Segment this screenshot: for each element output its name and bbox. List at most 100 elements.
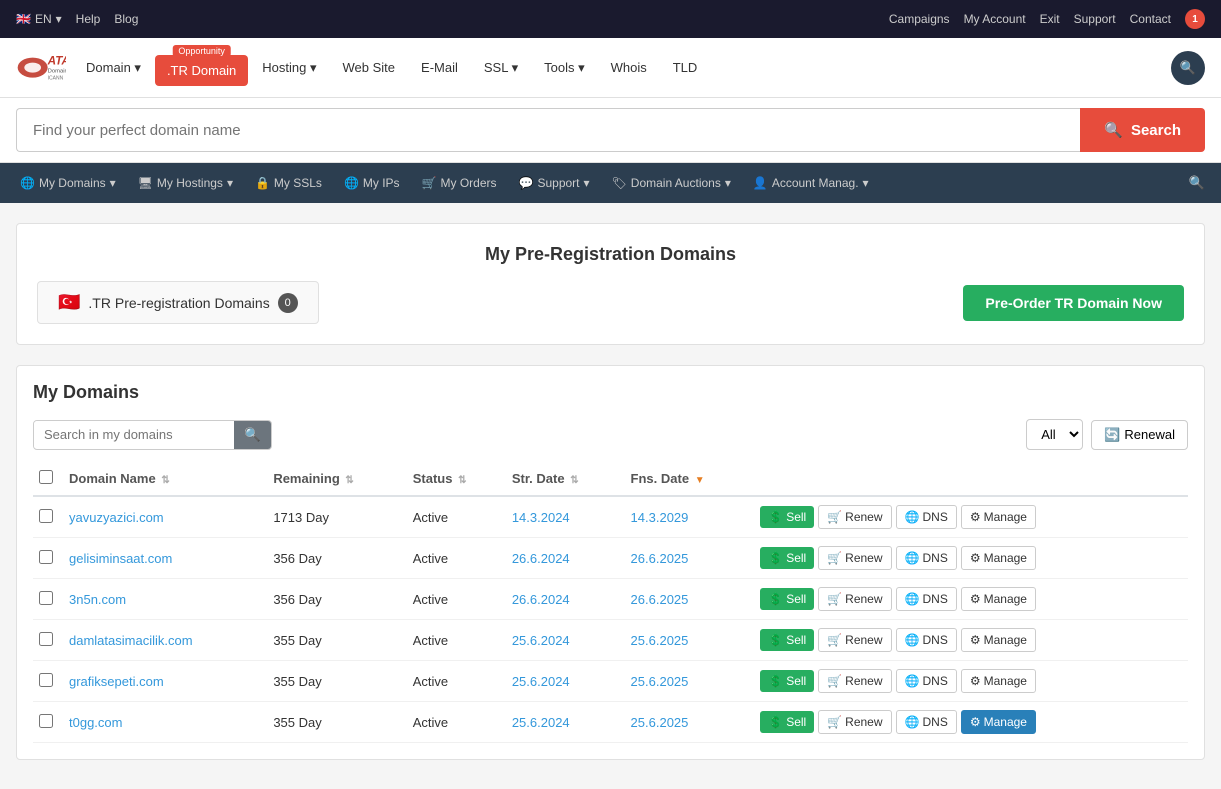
- renew-button-2[interactable]: 🛒 Renew: [818, 587, 891, 611]
- dns-button-0[interactable]: 🌐 DNS: [896, 505, 957, 529]
- table-row: yavuzyazici.com 1713 Day Active 14.3.202…: [33, 496, 1188, 538]
- domain-link-4[interactable]: grafiksepeti.com: [69, 674, 164, 689]
- row-fnsdate-3[interactable]: 25.6.2025: [631, 633, 689, 648]
- secnav-search[interactable]: 🔍: [1183, 169, 1211, 197]
- language-selector[interactable]: 🇬🇧 EN ▾: [16, 12, 62, 26]
- prereg-count-badge: 0: [278, 293, 298, 313]
- secnav-my-domains[interactable]: 🌐 My Domains ▾: [10, 170, 126, 196]
- dns-button-1[interactable]: 🌐 DNS: [896, 546, 957, 570]
- sell-button-2[interactable]: 💲 Sell: [760, 588, 814, 610]
- dns-button-3[interactable]: 🌐 DNS: [896, 628, 957, 652]
- nav-search-btn[interactable]: 🔍: [1171, 51, 1205, 85]
- campaigns-link[interactable]: Campaigns: [889, 12, 950, 26]
- manage-button-3[interactable]: ⚙ Manage: [961, 628, 1036, 652]
- help-link[interactable]: Help: [76, 12, 101, 26]
- domain-search-input[interactable]: [16, 108, 1080, 152]
- secnav-my-ips[interactable]: 🌐 My IPs: [334, 170, 410, 196]
- dns-icon-2: 🌐: [905, 592, 920, 606]
- th-checkbox: [33, 462, 63, 496]
- sort-remaining-icon[interactable]: ⇅: [345, 475, 353, 486]
- domain-link-3[interactable]: damlatasimacilik.com: [69, 633, 193, 648]
- row-remaining-cell: 355 Day: [267, 702, 406, 743]
- contact-link[interactable]: Contact: [1130, 12, 1171, 26]
- secnav-account-manag[interactable]: 👤 Account Manag. ▾: [743, 170, 879, 196]
- nav-ssl[interactable]: SSL ▾: [472, 52, 530, 84]
- secnav-domain-auctions[interactable]: 🏷 Domain Auctions ▾: [602, 170, 741, 196]
- domain-link-0[interactable]: yavuzyazici.com: [69, 510, 164, 525]
- row-checkbox-0[interactable]: [39, 509, 53, 523]
- renewal-button[interactable]: 🔄 Renewal: [1091, 420, 1188, 450]
- nav-tools[interactable]: Tools ▾: [532, 52, 597, 84]
- row-strdate-4[interactable]: 25.6.2024: [512, 674, 570, 689]
- row-fnsdate-4[interactable]: 25.6.2025: [631, 674, 689, 689]
- sort-domain-icon[interactable]: ⇅: [161, 475, 169, 486]
- support-icon: 💬: [519, 176, 534, 190]
- lang-dropdown-icon: ▾: [56, 12, 62, 26]
- support-link[interactable]: Support: [1074, 12, 1116, 26]
- manage-button-0[interactable]: ⚙ Manage: [961, 505, 1036, 529]
- manage-button-1[interactable]: ⚙ Manage: [961, 546, 1036, 570]
- nav-tld[interactable]: TLD: [661, 52, 710, 83]
- row-status-cell: Active: [407, 496, 506, 538]
- row-strdate-3[interactable]: 25.6.2024: [512, 633, 570, 648]
- domain-link-2[interactable]: 3n5n.com: [69, 592, 126, 607]
- nav-hosting[interactable]: Hosting ▾: [250, 52, 328, 84]
- sort-strdate-icon[interactable]: ⇅: [570, 475, 578, 486]
- select-all-checkbox[interactable]: [39, 470, 53, 484]
- row-fnsdate-2[interactable]: 26.6.2025: [631, 592, 689, 607]
- nav-domain[interactable]: Domain ▾: [74, 52, 153, 84]
- row-fnsdate-0[interactable]: 14.3.2029: [631, 510, 689, 525]
- cart-icon[interactable]: 1: [1185, 9, 1205, 29]
- domain-search-button[interactable]: 🔍: [234, 421, 271, 449]
- sort-fnsdate-icon[interactable]: ▼: [695, 475, 705, 486]
- row-checkbox-2[interactable]: [39, 591, 53, 605]
- renew-button-4[interactable]: 🛒 Renew: [818, 669, 891, 693]
- domain-filter-select[interactable]: All: [1026, 419, 1083, 450]
- preorder-tr-domain-button[interactable]: Pre-Order TR Domain Now: [963, 285, 1184, 321]
- sort-status-icon[interactable]: ⇅: [458, 475, 466, 486]
- dns-button-5[interactable]: 🌐 DNS: [896, 710, 957, 734]
- nav-whois[interactable]: Whois: [599, 52, 659, 83]
- dns-icon-0: 🌐: [905, 510, 920, 524]
- row-checkbox-4[interactable]: [39, 673, 53, 687]
- logo[interactable]: ATAK Domain & Hosting ICANN: [16, 48, 66, 88]
- row-strdate-5[interactable]: 25.6.2024: [512, 715, 570, 730]
- secnav-support[interactable]: 💬 Support ▾: [509, 170, 600, 196]
- blog-link[interactable]: Blog: [114, 12, 138, 26]
- dns-button-2[interactable]: 🌐 DNS: [896, 587, 957, 611]
- row-fnsdate-1[interactable]: 26.6.2025: [631, 551, 689, 566]
- sell-button-4[interactable]: 💲 Sell: [760, 670, 814, 692]
- sell-button-3[interactable]: 💲 Sell: [760, 629, 814, 651]
- nav-email[interactable]: E-Mail: [409, 52, 470, 83]
- secnav-my-orders[interactable]: 🛒 My Orders: [412, 170, 507, 196]
- dns-button-4[interactable]: 🌐 DNS: [896, 669, 957, 693]
- renew-icon-1: 🛒: [827, 551, 842, 565]
- secnav-my-ssls[interactable]: 🔒 My SSLs: [245, 170, 332, 196]
- renew-button-5[interactable]: 🛒 Renew: [818, 710, 891, 734]
- domain-link-5[interactable]: t0gg.com: [69, 715, 122, 730]
- row-strdate-0[interactable]: 14.3.2024: [512, 510, 570, 525]
- row-checkbox-1[interactable]: [39, 550, 53, 564]
- nav-website[interactable]: Web Site: [331, 52, 408, 83]
- my-account-link[interactable]: My Account: [964, 12, 1026, 26]
- row-strdate-1[interactable]: 26.6.2024: [512, 551, 570, 566]
- sell-button-0[interactable]: 💲 Sell: [760, 506, 814, 528]
- exit-link[interactable]: Exit: [1040, 12, 1060, 26]
- row-strdate-2[interactable]: 26.6.2024: [512, 592, 570, 607]
- sell-button-5[interactable]: 💲 Sell: [760, 711, 814, 733]
- manage-button-5[interactable]: ⚙ Manage: [961, 710, 1036, 734]
- nav-tr-domain[interactable]: Opportunity .TR Domain: [155, 55, 248, 86]
- row-checkbox-3[interactable]: [39, 632, 53, 646]
- manage-button-4[interactable]: ⚙ Manage: [961, 669, 1036, 693]
- domain-link-1[interactable]: gelisiminsaat.com: [69, 551, 172, 566]
- domain-search-button[interactable]: 🔍 Search: [1080, 108, 1205, 152]
- manage-button-2[interactable]: ⚙ Manage: [961, 587, 1036, 611]
- renew-button-3[interactable]: 🛒 Renew: [818, 628, 891, 652]
- sell-button-1[interactable]: 💲 Sell: [760, 547, 814, 569]
- domain-search-input[interactable]: [34, 421, 234, 448]
- row-checkbox-5[interactable]: [39, 714, 53, 728]
- row-fnsdate-5[interactable]: 25.6.2025: [631, 715, 689, 730]
- renew-button-0[interactable]: 🛒 Renew: [818, 505, 891, 529]
- renew-button-1[interactable]: 🛒 Renew: [818, 546, 891, 570]
- secnav-my-hostings[interactable]: 🖥 My Hostings ▾: [128, 170, 243, 196]
